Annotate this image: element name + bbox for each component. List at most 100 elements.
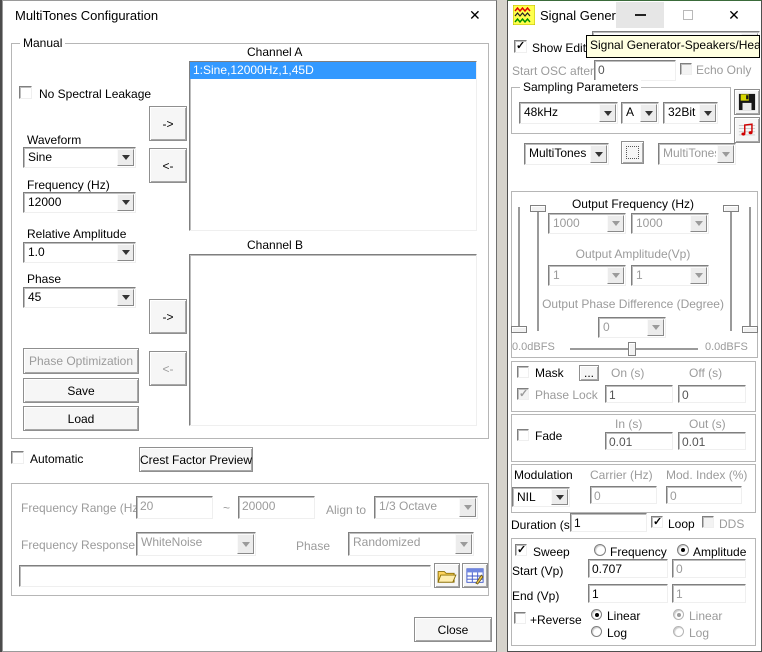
- amplitude-slider-left-inner[interactable]: [537, 205, 539, 331]
- no-spectral-leakage-checkbox[interactable]: [19, 86, 32, 99]
- relative-amplitude-combobox[interactable]: 1.0: [23, 242, 136, 263]
- sweep-checkbox[interactable]: [515, 544, 527, 556]
- dds-checkbox[interactable]: [702, 516, 714, 528]
- show-editor-checkbox[interactable]: [514, 40, 527, 53]
- move-left-a-button[interactable]: <-: [149, 148, 187, 183]
- no-spectral-leakage-label: No Spectral Leakage: [39, 87, 151, 101]
- frequency-combobox[interactable]: 12000: [23, 192, 136, 213]
- output-phase-combobox[interactable]: 0: [598, 317, 666, 338]
- move-right-b-button[interactable]: ->: [149, 299, 187, 334]
- automatic-checkbox[interactable]: [11, 451, 24, 464]
- slider-thumb[interactable]: [723, 205, 739, 212]
- open-file-button[interactable]: [434, 563, 460, 588]
- close-button[interactable]: Close: [414, 617, 492, 642]
- crest-factor-preview-button[interactable]: Crest Factor Preview: [139, 447, 253, 472]
- chevron-down-icon[interactable]: [599, 104, 616, 122]
- linear-a-radio[interactable]: [591, 609, 602, 620]
- load-button[interactable]: Load: [23, 406, 139, 431]
- chevron-down-icon[interactable]: [117, 149, 134, 166]
- carrier-label: Carrier (Hz): [590, 468, 653, 482]
- fade-checkbox[interactable]: [517, 429, 529, 441]
- channel-a-label: Channel A: [247, 45, 302, 59]
- channel-a-list[interactable]: 1:Sine,12000Hz,1,45D: [189, 61, 477, 231]
- mask-browse-button[interactable]: ...: [579, 365, 599, 381]
- bit-depth-combobox[interactable]: 32Bit: [663, 102, 718, 124]
- log-b-radio[interactable]: [673, 626, 684, 637]
- minimize-button[interactable]: [616, 2, 664, 28]
- sample-rate-combobox[interactable]: 48kHz: [519, 102, 618, 124]
- maximize-button[interactable]: [670, 2, 706, 28]
- grid-edit-icon: [466, 567, 484, 585]
- output-amplitude-b-combobox[interactable]: 1: [631, 265, 709, 286]
- move-left-b-button[interactable]: <-: [149, 351, 187, 386]
- chevron-down-icon[interactable]: [551, 489, 568, 505]
- fade-in-input[interactable]: 0.01: [605, 432, 673, 450]
- end-vp-b-input[interactable]: 1: [672, 584, 746, 603]
- mask-checkbox[interactable]: [517, 366, 529, 378]
- frequency-range-from-input[interactable]: 20: [136, 496, 213, 519]
- loop-checkbox[interactable]: [651, 516, 663, 528]
- output-frequency-b-combobox[interactable]: 1000: [631, 213, 709, 234]
- chevron-down-icon: [237, 534, 254, 554]
- folder-open-icon: [437, 568, 457, 584]
- configure-button[interactable]: [621, 141, 644, 164]
- duration-input[interactable]: 1: [570, 513, 647, 532]
- edit-table-button[interactable]: [462, 563, 488, 588]
- sweep-frequency-radio[interactable]: [594, 544, 606, 556]
- fade-out-input[interactable]: 0.01: [678, 432, 746, 450]
- chevron-down-icon[interactable]: [117, 289, 134, 306]
- chevron-down-icon: [647, 319, 664, 336]
- waveform-combobox[interactable]: Sine: [23, 147, 136, 168]
- mod-index-input[interactable]: 0: [666, 486, 742, 504]
- carrier-input[interactable]: 0: [590, 486, 657, 504]
- start-vp-a-input[interactable]: 0.707: [588, 559, 668, 578]
- close-icon[interactable]: ✕: [469, 7, 481, 24]
- linear-b-radio[interactable]: [673, 609, 684, 620]
- channel-combobox[interactable]: A: [621, 102, 659, 124]
- close-button[interactable]: ✕: [714, 2, 754, 28]
- move-right-a-button[interactable]: ->: [149, 106, 187, 141]
- chevron-down-icon[interactable]: [590, 145, 607, 163]
- save-button[interactable]: Save: [23, 378, 139, 403]
- reverse-checkbox[interactable]: [514, 612, 526, 624]
- chevron-down-icon[interactable]: [699, 104, 716, 122]
- echo-only-checkbox[interactable]: [680, 63, 692, 75]
- slider-thumb[interactable]: [742, 326, 758, 333]
- phase-combobox[interactable]: 45: [23, 287, 136, 308]
- mask-on-input[interactable]: 1: [605, 385, 673, 403]
- frequency-response-combobox[interactable]: WhiteNoise: [136, 532, 256, 556]
- amplitude-slider-right-inner[interactable]: [730, 205, 732, 331]
- amplitude-slider-right-outer[interactable]: [749, 207, 751, 333]
- auto-phase-combobox[interactable]: Randomized: [348, 532, 474, 556]
- channel-b-list[interactable]: [189, 254, 477, 426]
- output-amplitude-a-combobox[interactable]: 1: [548, 265, 626, 286]
- slider-thumb[interactable]: [511, 326, 527, 333]
- duration-label: Duration (s): [511, 518, 574, 532]
- slider-thumb[interactable]: [530, 205, 546, 212]
- align-to-combobox[interactable]: 1/3 Octave: [374, 496, 478, 519]
- chevron-down-icon[interactable]: [117, 194, 134, 211]
- amplitude-slider-left-outer[interactable]: [518, 207, 520, 333]
- chevron-down-icon[interactable]: [640, 104, 657, 122]
- log-a-radio[interactable]: [591, 626, 602, 637]
- signal-type-combobox[interactable]: MultiTones: [524, 143, 609, 165]
- signal-type-b-combobox[interactable]: MultiTones: [658, 143, 736, 165]
- phase-optimization-button[interactable]: Phase Optimization: [23, 348, 139, 374]
- chevron-down-icon[interactable]: [117, 244, 134, 261]
- start-osc-input[interactable]: 0: [594, 60, 676, 81]
- chevron-down-icon: [690, 215, 707, 232]
- sweep-amplitude-radio[interactable]: [677, 544, 689, 556]
- end-vp-a-input[interactable]: 1: [588, 584, 668, 603]
- channel-a-selected-item[interactable]: 1:Sine,12000Hz,1,45D: [190, 62, 476, 79]
- output-frequency-a-combobox[interactable]: 1000: [548, 213, 626, 234]
- modulation-combobox[interactable]: NIL: [512, 487, 570, 507]
- frequency-range-to-input[interactable]: 20000: [238, 496, 315, 519]
- file-path-input[interactable]: [19, 565, 431, 587]
- mask-off-input[interactable]: 0: [678, 385, 746, 403]
- output-frequency-label: Output Frequency (Hz): [553, 197, 713, 211]
- phase-lock-checkbox[interactable]: [517, 388, 529, 400]
- save-signal-button[interactable]: [734, 89, 760, 115]
- tone-editor-button[interactable]: [734, 117, 760, 143]
- start-vp-b-input[interactable]: 0: [672, 559, 746, 578]
- slider-thumb[interactable]: [628, 342, 636, 356]
